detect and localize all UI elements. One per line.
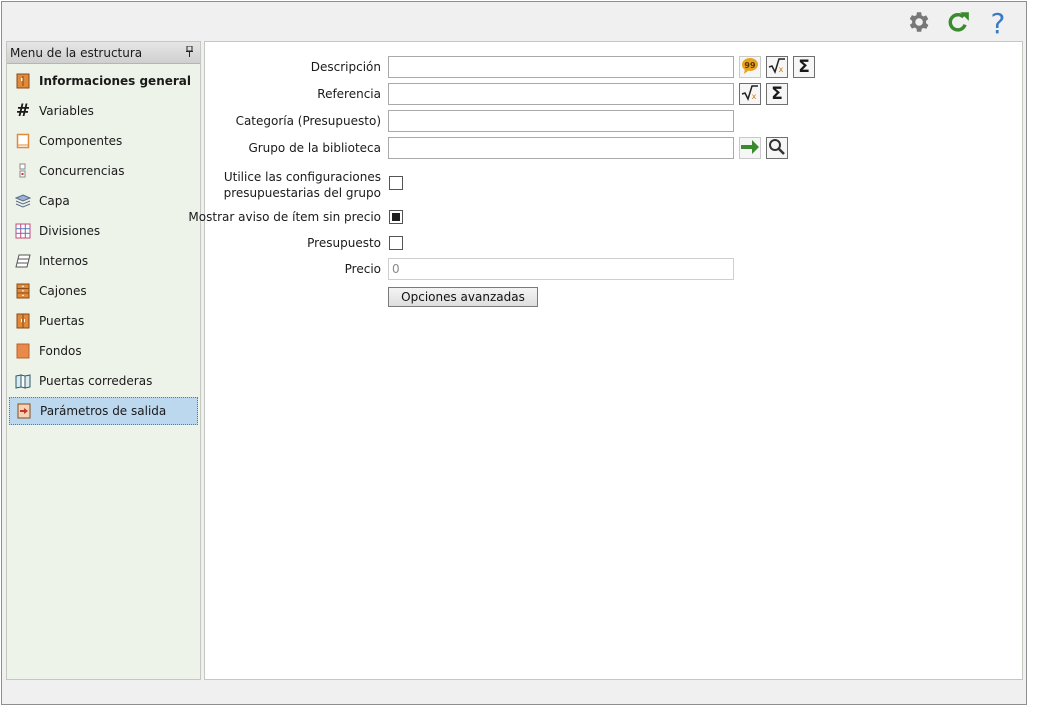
- mostrar-row: Mostrar aviso de ítem sin precio: [188, 205, 1022, 229]
- sidebar-item-label: Informaciones general: [39, 74, 192, 88]
- sidebar-item-label: Cajones: [39, 284, 87, 298]
- precio-input: [388, 258, 734, 280]
- speech-bubble-icon: 99: [740, 56, 760, 79]
- mostrar-label: Mostrar aviso de ítem sin precio: [188, 210, 381, 224]
- presupuesto-row: Presupuesto: [205, 231, 1022, 255]
- sidebar-item-label: Puertas correderas: [39, 374, 153, 388]
- sidebar-item-label: Puertas: [39, 314, 85, 328]
- sidebar-item-label: Fondos: [39, 344, 82, 358]
- precio-label: Precio: [344, 262, 381, 276]
- grupo-row: Grupo de la biblioteca: [205, 136, 1022, 160]
- search-group-button[interactable]: [766, 137, 788, 159]
- grupo-label: Grupo de la biblioteca: [248, 141, 381, 155]
- sigma-icon: Σ: [798, 57, 810, 77]
- sidebar-item-label: Concurrencias: [39, 164, 125, 178]
- sidebar-item-capa[interactable]: Capa: [9, 187, 198, 215]
- categoria-row: Categoría (Presupuesto): [205, 109, 1022, 133]
- refresh-icon[interactable]: [944, 8, 972, 36]
- sigma-icon: Σ: [771, 84, 783, 104]
- utilice-label-line2: presupuestarias del grupo: [223, 186, 381, 200]
- sidebar-item-divisiones[interactable]: Divisiones: [9, 217, 198, 245]
- utilice-label-line1: Utilice las configuraciones: [223, 170, 381, 184]
- back-panel-icon: [15, 343, 31, 359]
- structure-menu-list: Informaciones general # Variables Compon…: [7, 64, 200, 425]
- layers-icon: [15, 193, 31, 209]
- mostrar-checkbox[interactable]: [389, 210, 403, 224]
- sidebar-item-label: Internos: [39, 254, 89, 268]
- sqrt-icon: x: [768, 57, 786, 77]
- hash-icon: #: [15, 101, 31, 121]
- sidebar-item-label: Componentes: [39, 134, 123, 148]
- sidebar-item-cajones[interactable]: Cajones: [9, 277, 198, 305]
- descripcion-row: Descripción 99 x Σ: [205, 55, 1022, 79]
- svg-text:x: x: [752, 92, 757, 101]
- formula-button[interactable]: x: [766, 56, 788, 78]
- grupo-input[interactable]: [388, 137, 734, 159]
- sidebar-item-label: Capa: [39, 194, 70, 208]
- presupuesto-checkbox[interactable]: [389, 236, 403, 250]
- utilice-label: Utilice las configuraciones presupuestar…: [224, 169, 381, 201]
- sidebar-item-puertas-correderas[interactable]: Puertas correderas: [9, 367, 198, 395]
- drawer-icon: [15, 283, 31, 299]
- app-window: ? Menu de la estructura Informaciones ge…: [1, 1, 1027, 705]
- sidebar-item-internos[interactable]: Internos: [9, 247, 198, 275]
- shelf-icon: [15, 253, 31, 269]
- sidebar-item-fondos[interactable]: Fondos: [9, 337, 198, 365]
- descripcion-label: Descripción: [310, 60, 381, 74]
- categoria-label: Categoría (Presupuesto): [235, 114, 381, 128]
- svg-text:99: 99: [744, 61, 756, 70]
- sidebar-item-label: Variables: [39, 104, 94, 118]
- top-toolbar: ?: [904, 7, 1012, 37]
- sqrt-icon: x: [741, 84, 759, 104]
- output-parameters-form: Descripción 99 x Σ Referencia x Σ Catego…: [188, 41, 1023, 680]
- cabinet-info-icon: [15, 73, 31, 89]
- go-to-group-button[interactable]: [739, 137, 761, 159]
- sidebar-item-concurrencias[interactable]: Concurrencias: [9, 157, 198, 185]
- search-icon: [768, 138, 786, 159]
- formula-button[interactable]: x: [739, 83, 761, 105]
- help-icon[interactable]: ?: [984, 8, 1012, 36]
- presupuesto-label: Presupuesto: [307, 236, 381, 250]
- utilice-row: Utilice las configuraciones presupuestar…: [205, 166, 1022, 200]
- referencia-label: Referencia: [317, 87, 381, 101]
- concurrence-icon: [15, 163, 31, 179]
- gear-icon[interactable]: [904, 8, 932, 36]
- descripcion-input[interactable]: [388, 56, 734, 78]
- panel-icon: [15, 133, 31, 149]
- output-params-icon: [16, 403, 32, 419]
- sidebar-item-variables[interactable]: # Variables: [9, 97, 198, 125]
- sidebar-item-informaciones-general[interactable]: Informaciones general: [9, 67, 198, 95]
- sidebar-item-puertas[interactable]: Puertas: [9, 307, 198, 335]
- door-icon: [15, 313, 31, 329]
- precio-row: Precio: [205, 257, 1022, 281]
- structure-menu-header: Menu de la estructura: [7, 42, 200, 64]
- translate-button[interactable]: 99: [739, 56, 761, 78]
- pin-icon[interactable]: [185, 45, 194, 60]
- sum-button[interactable]: Σ: [766, 83, 788, 105]
- categoria-input[interactable]: [388, 110, 734, 132]
- referencia-row: Referencia x Σ: [205, 82, 1022, 106]
- sidebar-item-label: Divisiones: [39, 224, 101, 238]
- structure-menu-panel: Menu de la estructura Informaciones gene…: [6, 41, 201, 680]
- svg-text:?: ?: [991, 8, 1006, 36]
- grid-icon: [15, 223, 31, 239]
- sidebar-item-componentes[interactable]: Componentes: [9, 127, 198, 155]
- svg-text:x: x: [779, 65, 784, 74]
- sidebar-item-parametros-de-salida[interactable]: Parámetros de salida: [9, 397, 198, 425]
- arrow-right-icon: [740, 138, 760, 159]
- utilice-checkbox[interactable]: [389, 176, 403, 190]
- structure-menu-title: Menu de la estructura: [10, 45, 143, 60]
- referencia-input[interactable]: [388, 83, 734, 105]
- sum-button[interactable]: Σ: [793, 56, 815, 78]
- sliding-door-icon: [15, 373, 31, 389]
- advanced-options-button[interactable]: Opciones avanzadas: [388, 287, 538, 307]
- sidebar-item-label: Parámetros de salida: [40, 404, 167, 418]
